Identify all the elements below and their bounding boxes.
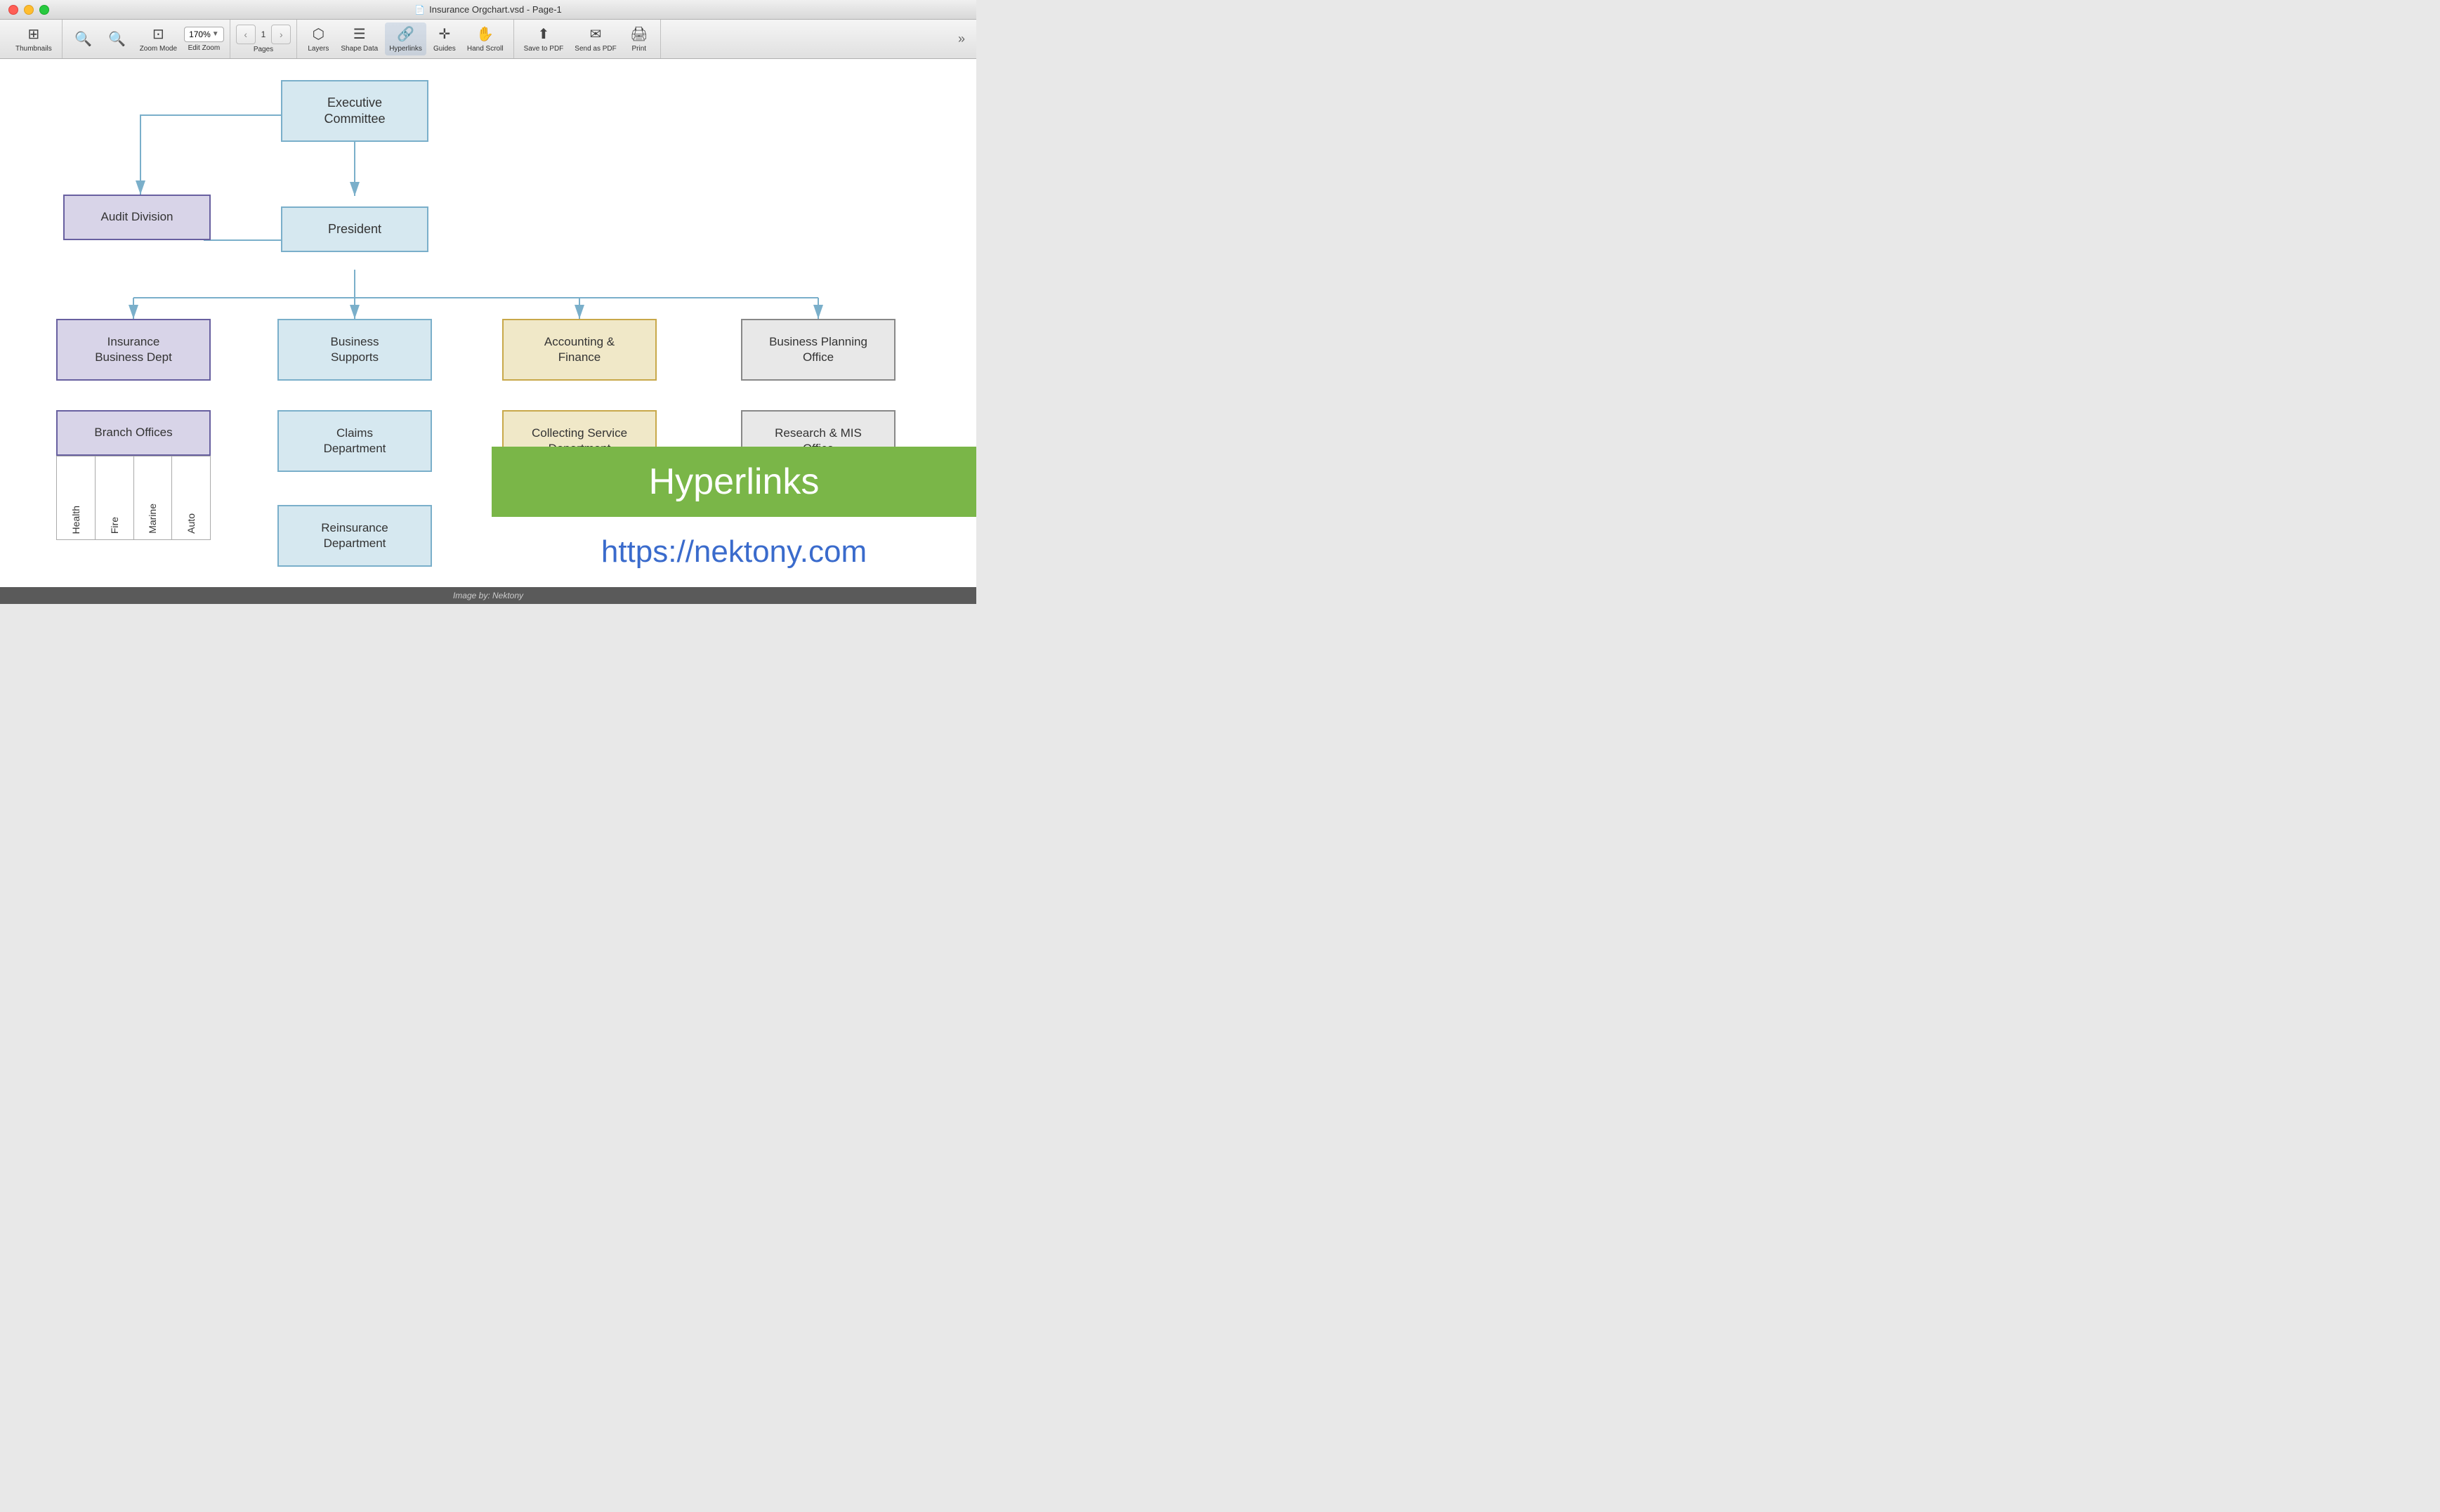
branch-auto: Auto [172,456,210,539]
hand-scroll-button[interactable]: ✋ Hand Scroll [463,22,508,55]
accounting-finance-box: Accounting & Finance [502,319,657,381]
pages-nav-group: ‹ 1 › Pages [230,20,298,58]
hyperlinks-url-section: https://nektony.com [492,517,976,587]
president-box: President [281,206,428,252]
main-content: Executive Committee Audit Division Presi… [0,59,976,587]
prev-page-button[interactable]: ‹ [236,25,256,44]
hyperlinks-icon: 🔗 [397,25,414,43]
hyperlinks-button[interactable]: 🔗 Hyperlinks [385,22,426,55]
zoom-mode-button[interactable]: ⊡ Zoom Mode [136,22,181,55]
layers-icon: ⬡ [313,25,324,43]
hyperlinks-green-section: Hyperlinks [492,447,976,517]
executive-committee-box: Executive Committee [281,80,428,142]
print-button[interactable]: 🖨 Print [624,22,655,55]
shape-data-icon: ☰ [353,25,366,43]
title-bar: 📄 Insurance Orgchart.vsd - Page-1 [0,0,976,20]
branch-offices-box: Branch Offices [56,410,211,456]
hand-scroll-icon: ✋ [476,25,494,43]
zoom-in-icon: 🔍 [74,30,92,48]
business-supports-box: Business Supports [277,319,432,381]
document-icon: 📄 [414,5,425,15]
reinsurance-department-box: Reinsurance Department [277,505,432,567]
status-text: Image by: Nektony [453,591,523,600]
branch-health: Health [57,456,96,539]
branch-fire: Fire [96,456,134,539]
pdf-group: ⬆ Save to PDF ✉ Send as PDF 🖨 Print [514,20,661,58]
zoom-in-button[interactable]: 🔍 [68,27,99,51]
insurance-business-dept-box: Insurance Business Dept [56,319,211,381]
audit-division-box: Audit Division [63,195,211,240]
zoom-out-button[interactable]: 🔍 [102,27,133,51]
save-to-pdf-icon: ⬆ [538,25,550,43]
zoom-group: 🔍 🔍 ⊡ Zoom Mode 170% ▼ Edit Zoom [63,20,230,58]
maximize-button[interactable] [39,5,49,15]
org-canvas: Executive Committee Audit Division Presi… [0,59,976,587]
send-as-pdf-icon: ✉ [590,25,602,43]
guides-icon: ✛ [438,25,450,43]
business-planning-office-box: Business Planning Office [741,319,896,381]
zoom-display-group: 170% ▼ Edit Zoom [184,27,224,52]
branch-sub-items: Health Fire Marine Auto [56,456,211,540]
toolbar: ⊞ Thumbnails 🔍 🔍 ⊡ Zoom Mode 170% ▼ Edit… [0,20,976,59]
next-page-button[interactable]: › [271,25,291,44]
shape-data-button[interactable]: ☰ Shape Data [336,22,382,55]
zoom-out-icon: 🔍 [108,30,126,48]
branch-marine: Marine [134,456,173,539]
thumbnails-button[interactable]: ⊞ Thumbnails [11,22,56,55]
hyperlinks-overlay: Hyperlinks https://nektony.com [492,447,976,587]
thumbnails-group: ⊞ Thumbnails [6,20,63,58]
minimize-button[interactable] [24,5,34,15]
close-button[interactable] [8,5,18,15]
save-to-pdf-button[interactable]: ⬆ Save to PDF [520,22,568,55]
window-title: 📄 Insurance Orgchart.vsd - Page-1 [414,4,562,15]
zoom-dropdown-arrow: ▼ [212,30,219,38]
zoom-value-display[interactable]: 170% ▼ [184,27,224,42]
print-icon: 🖨 [630,25,648,43]
traffic-lights [8,5,49,15]
send-as-pdf-button[interactable]: ✉ Send as PDF [570,22,620,55]
layers-button[interactable]: ⬡ Layers [303,22,334,55]
pages-nav: ‹ 1 › Pages [236,25,291,53]
toolbar-expand-arrow[interactable]: » [952,32,971,46]
tools-group: ⬡ Layers ☰ Shape Data 🔗 Hyperlinks ✛ Gui… [297,20,513,58]
claims-department-box: Claims Department [277,410,432,472]
thumbnails-icon: ⊞ [27,25,39,43]
guides-button[interactable]: ✛ Guides [429,22,460,55]
status-bar: Image by: Nektony [0,587,976,604]
zoom-mode-icon: ⊡ [152,25,164,43]
